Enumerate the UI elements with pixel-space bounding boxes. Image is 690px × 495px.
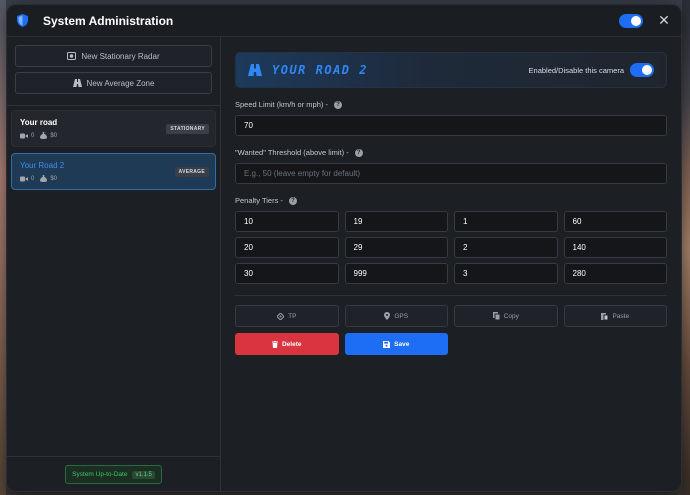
tier-3-level[interactable]	[454, 263, 558, 284]
tier-3-max-speed[interactable]	[344, 263, 448, 284]
background-right	[682, 0, 690, 495]
close-icon[interactable]: ✕	[657, 12, 671, 29]
gps-button[interactable]: GPS	[344, 305, 448, 327]
tier-3-fine[interactable]	[563, 263, 667, 284]
camera-header: YOUR ROAD 2 Enabled/Disable this camera	[235, 52, 667, 88]
new-stationary-radar-label: New Stationary Radar	[81, 51, 160, 61]
help-icon[interactable]: ?	[354, 148, 363, 157]
map-pin-icon	[384, 312, 391, 320]
threshold-label: "Wanted" Threshold (above limit) - ?	[235, 148, 667, 157]
tier-1-fine[interactable]	[563, 211, 667, 232]
system-status-badge: System Up-to-Date v1.1.5	[65, 465, 162, 484]
tier-2-fine[interactable]	[563, 237, 667, 258]
floppy-disk-icon	[383, 340, 391, 348]
tp-label: TP	[288, 312, 297, 320]
admin-window: System Administration ✕ New Stationary R…	[6, 4, 682, 492]
camera-enable-toggle[interactable]	[630, 63, 654, 77]
window-title: System Administration	[43, 13, 174, 28]
tier-2-min-speed[interactable]	[235, 237, 339, 258]
delete-label: Delete	[281, 340, 302, 348]
penalty-tiers-label: Penalty Tiers - ?	[235, 196, 667, 205]
help-icon[interactable]: ?	[333, 100, 342, 109]
road-icon	[72, 79, 82, 87]
tier-1-min-speed[interactable]	[235, 211, 339, 232]
camera-count: 0	[31, 132, 35, 139]
enable-label: Enabled/Disable this camera	[528, 65, 624, 75]
tier-2-max-speed[interactable]	[344, 237, 448, 258]
delete-button[interactable]: Delete	[235, 333, 339, 355]
video-icon	[20, 176, 28, 182]
camera-count: 0	[31, 175, 35, 182]
sidebar: New Stationary Radar New Average Zone Yo…	[7, 37, 221, 491]
paste-label: Paste	[612, 312, 630, 320]
version-badge: v1.1.5	[132, 470, 155, 479]
threshold-input[interactable]	[235, 163, 667, 184]
camera-title: YOUR ROAD 2	[272, 63, 368, 77]
tp-button[interactable]: TP	[235, 305, 339, 327]
action-buttons: TP GPS Copy Paste	[235, 305, 667, 327]
new-average-zone-label: New Average Zone	[86, 78, 155, 88]
speed-limit-input[interactable]	[235, 115, 667, 136]
system-status-text: System Up-to-Date	[72, 471, 128, 478]
copy-icon	[492, 312, 500, 320]
camera-item-your-road-2[interactable]: Your Road 2 0 $0 AVERAGE	[11, 153, 216, 190]
title-bar: System Administration ✕	[7, 5, 681, 37]
shield-icon	[17, 14, 31, 28]
tier-1-max-speed[interactable]	[344, 211, 448, 232]
camera-editor: YOUR ROAD 2 Enabled/Disable this camera …	[221, 37, 681, 491]
camera-list: Your road 0 $0 STATIONARY Your Road 2 0	[7, 106, 220, 456]
camera-amount: $0	[50, 175, 58, 182]
crosshair-icon	[277, 312, 285, 320]
trash-icon	[271, 340, 278, 348]
tier-1-level[interactable]	[454, 211, 558, 232]
paste-icon	[601, 313, 609, 320]
copy-label: Copy	[503, 312, 519, 320]
status-badge: AVERAGE	[174, 167, 209, 177]
save-button[interactable]: Save	[344, 333, 448, 355]
video-icon	[20, 133, 28, 139]
threshold-label-text: "Wanted" Threshold (above limit) -	[235, 148, 349, 157]
money-bag-icon	[40, 175, 48, 182]
new-average-zone-button[interactable]: New Average Zone	[15, 72, 212, 94]
divider	[235, 295, 667, 296]
help-icon[interactable]: ?	[288, 196, 297, 205]
tier-2-level[interactable]	[454, 237, 558, 258]
penalty-tiers-grid	[235, 211, 667, 284]
paste-button[interactable]: Paste	[563, 305, 667, 327]
speed-limit-label: Speed Limit (km/h or mph) - ?	[235, 100, 667, 109]
new-stationary-radar-button[interactable]: New Stationary Radar	[15, 45, 212, 67]
camera-item-your-road[interactable]: Your road 0 $0 STATIONARY	[11, 110, 216, 147]
road-icon	[248, 64, 262, 76]
radar-icon	[67, 52, 77, 60]
copy-button[interactable]: Copy	[454, 305, 558, 327]
camera-amount: $0	[50, 132, 58, 139]
master-toggle[interactable]	[619, 13, 643, 28]
penalty-tiers-label-text: Penalty Tiers -	[235, 196, 283, 205]
money-bag-icon	[40, 132, 48, 139]
speed-limit-label-text: Speed Limit (km/h or mph) -	[235, 100, 328, 109]
gps-label: GPS	[394, 312, 409, 320]
status-badge: STATIONARY	[166, 124, 209, 134]
tier-3-min-speed[interactable]	[235, 263, 339, 284]
save-label: Save	[394, 340, 410, 348]
